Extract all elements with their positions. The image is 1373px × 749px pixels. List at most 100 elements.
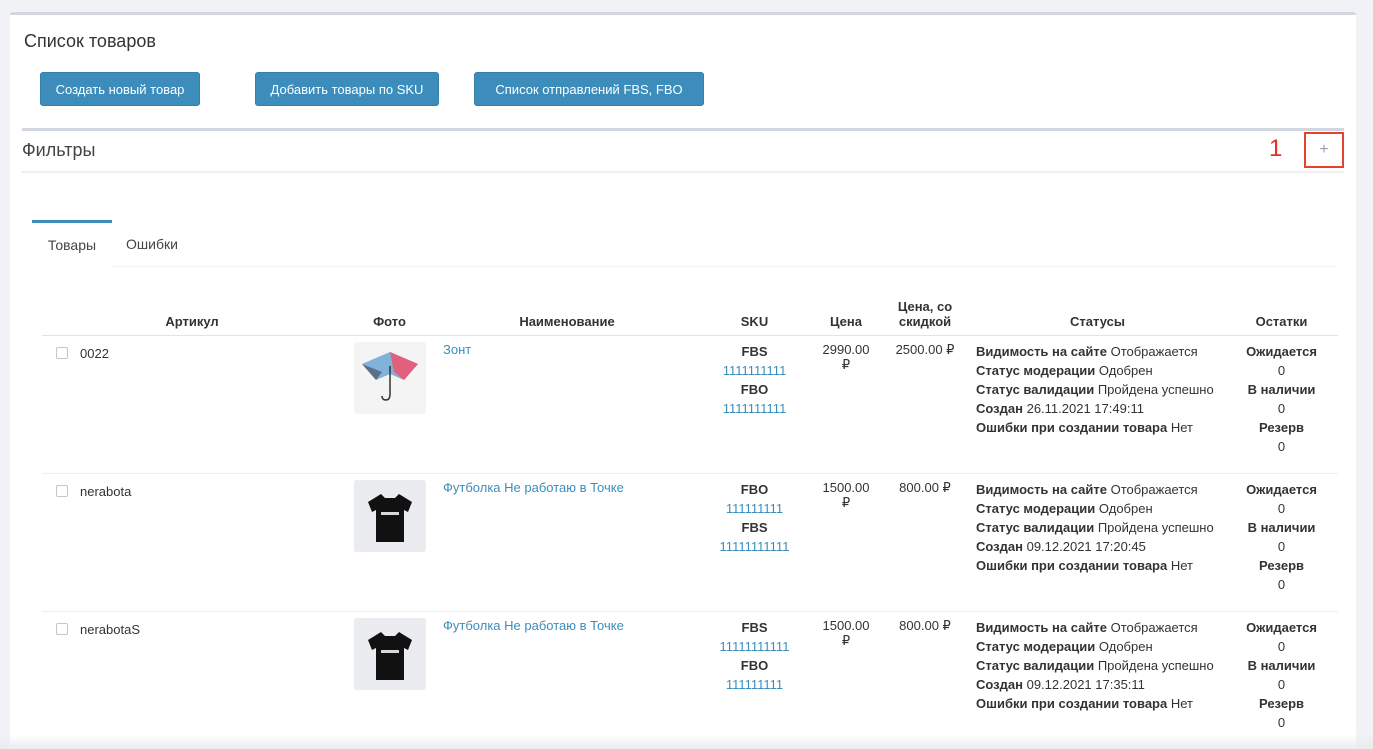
status-label: Статус модерации xyxy=(976,362,1096,378)
stock-value: 0 xyxy=(1277,676,1286,692)
status-label: Создан xyxy=(976,538,1023,554)
status-label: Статус модерации xyxy=(976,500,1096,516)
sku-label: FBO xyxy=(740,481,769,497)
stock-value: 0 xyxy=(1277,638,1286,654)
stock-value: 0 xyxy=(1277,714,1286,730)
sku-label: FBS xyxy=(741,519,768,535)
column-price[interactable]: Цена xyxy=(812,277,880,336)
creation-errors: Нет xyxy=(1170,557,1193,573)
status-label: Ошибки при создании товара xyxy=(976,557,1168,573)
stock-label: В наличии xyxy=(1247,519,1316,535)
price-value: 2990.00 ₽ xyxy=(812,335,880,474)
column-sku[interactable]: SKU xyxy=(697,277,812,336)
visibility-status: Отображается xyxy=(1110,343,1198,359)
stock-label: Ожидается xyxy=(1246,343,1317,359)
column-photo: Фото xyxy=(342,277,437,336)
create-product-button[interactable]: Создать новый товар xyxy=(40,72,200,106)
sku-value[interactable]: 11111111111 xyxy=(703,637,806,656)
sku-value[interactable]: 1111111111 xyxy=(703,399,806,418)
created-date: 09.12.2021 17:35:11 xyxy=(1026,676,1145,692)
column-discount-price[interactable]: Цена, со скидкой xyxy=(880,277,970,336)
filters-box: Фильтры 1 + xyxy=(22,128,1344,172)
product-photo-umbrella[interactable] xyxy=(353,341,426,414)
stock-value: 0 xyxy=(1277,362,1286,378)
table-row: nerabotaS Футболка Не работаю в Точке FB… xyxy=(42,611,1338,749)
article-value: 0022 xyxy=(80,345,109,361)
row-checkbox[interactable] xyxy=(56,347,68,359)
status-label: Видимость на сайте xyxy=(976,619,1107,635)
column-statuses: Статусы xyxy=(970,277,1225,336)
tab-products[interactable]: Товары xyxy=(32,220,112,267)
status-label: Статус валидации xyxy=(976,381,1095,397)
article-value: nerabotaS xyxy=(80,621,140,637)
status-label: Видимость на сайте xyxy=(976,343,1107,359)
status-label: Статус модерации xyxy=(976,638,1096,654)
sku-value[interactable]: 11111111111 xyxy=(703,537,806,556)
stock-label: Ожидается xyxy=(1246,619,1317,635)
filters-expand-button[interactable]: + xyxy=(1304,132,1344,168)
plus-icon: + xyxy=(1319,141,1329,158)
sku-label: FBO xyxy=(740,657,769,673)
stock-label: Резерв xyxy=(1258,419,1305,435)
sku-value[interactable]: 111111111 xyxy=(703,499,806,518)
row-checkbox[interactable] xyxy=(56,485,68,497)
validation-status: Пройдена успешно xyxy=(1097,381,1214,397)
product-name-link[interactable]: Футболка Не работаю в Точке xyxy=(443,480,624,495)
moderation-status: Одобрен xyxy=(1098,638,1153,654)
stock-label: Ожидается xyxy=(1246,481,1317,497)
tabs-bar: Товары Ошибки xyxy=(32,220,1337,267)
discount-price-value: 800.00 ₽ xyxy=(880,611,970,749)
add-by-sku-button[interactable]: Добавить товары по SKU xyxy=(255,72,439,106)
product-name-link[interactable]: Зонт xyxy=(443,342,471,357)
moderation-status: Одобрен xyxy=(1098,500,1153,516)
annotation-number: 1 xyxy=(1269,135,1283,162)
status-label: Статус валидации xyxy=(976,519,1095,535)
page-title: Список товаров xyxy=(24,31,156,51)
sku-value[interactable]: 1111111111 xyxy=(703,361,806,380)
moderation-status: Одобрен xyxy=(1098,362,1153,378)
stock-label: Резерв xyxy=(1258,695,1305,711)
product-photo-tshirt[interactable] xyxy=(353,617,426,690)
products-table: Артикул Фото Наименование SKU Цена Цена,… xyxy=(42,277,1338,749)
column-article[interactable]: Артикул xyxy=(42,277,342,336)
stock-value: 0 xyxy=(1277,438,1286,454)
validation-status: Пройдена успешно xyxy=(1097,519,1214,535)
sku-value[interactable]: 111111111 xyxy=(703,675,806,694)
creation-errors: Нет xyxy=(1170,695,1193,711)
table-row: nerabota Футболка Не работаю в Точке FBO… xyxy=(42,473,1338,612)
product-name-link[interactable]: Футболка Не работаю в Точке xyxy=(443,618,624,633)
stock-value: 0 xyxy=(1277,576,1286,592)
stock-label: В наличии xyxy=(1247,381,1316,397)
visibility-status: Отображается xyxy=(1110,619,1198,635)
sku-label: FBO xyxy=(740,381,769,397)
stock-label: В наличии xyxy=(1247,657,1316,673)
article-value: nerabota xyxy=(80,483,132,499)
status-label: Статус валидации xyxy=(976,657,1095,673)
column-name[interactable]: Наименование xyxy=(437,277,697,336)
status-label: Видимость на сайте xyxy=(976,481,1107,497)
product-photo-tshirt[interactable] xyxy=(353,479,426,552)
status-label: Ошибки при создании товара xyxy=(976,695,1168,711)
discount-price-value: 800.00 ₽ xyxy=(880,473,970,612)
status-label: Создан xyxy=(976,400,1023,416)
table-row: 0022 Зонт FBS 1111111111 FBO 1111111111 … xyxy=(42,335,1338,474)
table-header-row: Артикул Фото Наименование SKU Цена Цена,… xyxy=(42,277,1338,336)
status-label: Создан xyxy=(976,676,1023,692)
column-stock: Остатки xyxy=(1225,277,1338,336)
stock-label: Резерв xyxy=(1258,557,1305,573)
bottom-shadow xyxy=(0,735,1373,749)
stock-value: 0 xyxy=(1277,500,1286,516)
sku-label: FBS xyxy=(741,619,768,635)
discount-price-value: 2500.00 ₽ xyxy=(880,335,970,474)
row-checkbox[interactable] xyxy=(56,623,68,635)
products-panel: Список товаров Создать новый товар Добав… xyxy=(10,12,1356,749)
filters-title: Фильтры xyxy=(22,140,96,160)
visibility-status: Отображается xyxy=(1110,481,1198,497)
price-value: 1500.00 ₽ xyxy=(812,473,880,612)
shipments-list-button[interactable]: Список отправлений FBS, FBO xyxy=(474,72,704,106)
sku-label: FBS xyxy=(741,343,768,359)
stock-value: 0 xyxy=(1277,400,1286,416)
created-date: 09.12.2021 17:20:45 xyxy=(1026,538,1146,554)
tab-errors[interactable]: Ошибки xyxy=(112,220,192,267)
creation-errors: Нет xyxy=(1170,419,1193,435)
